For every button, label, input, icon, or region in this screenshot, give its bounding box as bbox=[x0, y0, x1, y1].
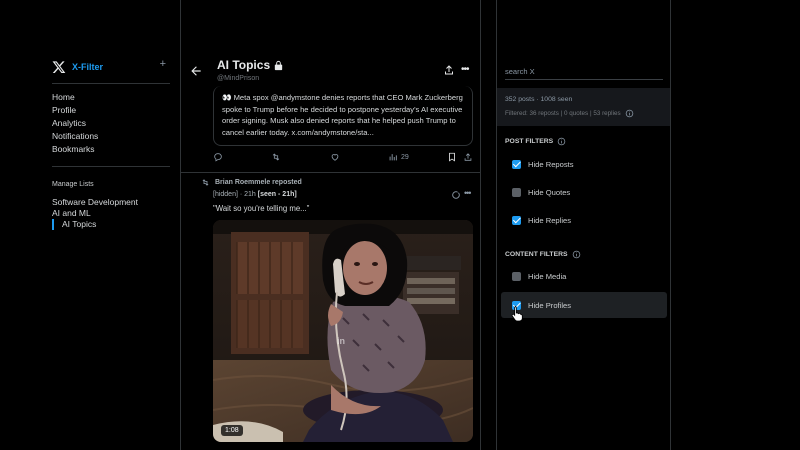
option-hide-replies[interactable]: Hide Replies bbox=[501, 207, 667, 233]
sidebar-divider bbox=[52, 83, 170, 84]
eyes-emoji: 👀 bbox=[222, 93, 232, 102]
content-filters-label: CONTENT FILTERS bbox=[505, 251, 568, 258]
reply-icon bbox=[214, 153, 222, 162]
views-button[interactable]: 29 bbox=[388, 152, 409, 162]
tweet-actions: 29 bbox=[213, 152, 473, 166]
mouse-cursor-icon bbox=[511, 306, 523, 321]
hide-replies-label: Hide Replies bbox=[528, 215, 572, 225]
quoted-tweet-body: Meta spox @andymstone denies reports tha… bbox=[222, 93, 463, 137]
repost-icon bbox=[272, 153, 280, 161]
more-options-icon[interactable]: ••• bbox=[464, 188, 472, 198]
heart-icon bbox=[331, 154, 339, 161]
stats-summary: 352 posts · 1008 seen bbox=[505, 96, 573, 103]
views-count: 29 bbox=[401, 153, 409, 161]
list-item-ai-topics[interactable]: AI Topics bbox=[52, 219, 138, 230]
grok-icon[interactable] bbox=[451, 190, 461, 200]
lock-icon bbox=[274, 60, 283, 70]
lists: Software Development AI and ML AI Topics bbox=[52, 197, 138, 230]
search-input[interactable] bbox=[505, 64, 663, 80]
sidebar-nav: Home Profile Analytics Notifications Boo… bbox=[52, 91, 98, 156]
stats-box: 352 posts · 1008 seen Filtered: 36 repos… bbox=[497, 88, 670, 126]
manage-lists-title: Manage Lists bbox=[52, 181, 94, 188]
hide-quotes-label: Hide Quotes bbox=[528, 187, 571, 197]
nav-item-analytics[interactable]: Analytics bbox=[52, 117, 98, 130]
info-icon[interactable] bbox=[572, 250, 581, 259]
repost-icon bbox=[202, 179, 209, 186]
option-hide-reposts[interactable]: Hide Reposts bbox=[501, 151, 667, 177]
analytics-icon bbox=[389, 154, 397, 161]
bookmark-button[interactable] bbox=[447, 152, 457, 162]
author-name[interactable]: [hidden] bbox=[213, 191, 238, 198]
quoted-tweet[interactable]: 👀 Meta spox @andymstone denies reports t… bbox=[213, 86, 473, 146]
video-frame: in bbox=[213, 220, 473, 442]
bookmark-icon bbox=[449, 152, 455, 162]
svg-text:in: in bbox=[337, 336, 345, 346]
repost-button[interactable] bbox=[271, 152, 281, 162]
left-sidebar: X-Filter + Home Profile Analytics Notifi… bbox=[0, 0, 180, 450]
feed-column: AI Topics @MindPrison ••• 👀 Meta spox @a… bbox=[180, 0, 481, 450]
tweet-text: "Wait so you're telling me..." bbox=[213, 204, 310, 213]
list-handle: @MindPrison bbox=[217, 75, 260, 82]
nav-item-notifications[interactable]: Notifications bbox=[52, 130, 98, 143]
tweet-divider bbox=[181, 172, 480, 173]
list-item-ai-and-ml[interactable]: AI and ML bbox=[52, 208, 138, 219]
seen-badge: [seen - 21h] bbox=[257, 191, 297, 198]
filtered-counts: Filtered: 36 reposts | 0 quotes | 53 rep… bbox=[505, 110, 621, 117]
option-hide-profiles[interactable]: Hide Profiles bbox=[501, 292, 667, 318]
add-button[interactable]: + bbox=[160, 58, 166, 70]
brand-name: X-Filter bbox=[72, 62, 104, 72]
video-duration: 1:08 bbox=[221, 425, 243, 436]
repost-indicator: Brian Roemmele reposted bbox=[201, 178, 302, 187]
content-filters-title: CONTENT FILTERS bbox=[505, 250, 581, 259]
nav-item-bookmarks[interactable]: Bookmarks bbox=[52, 143, 98, 156]
hide-media-checkbox[interactable] bbox=[512, 271, 521, 281]
like-button[interactable] bbox=[330, 152, 340, 162]
option-hide-media[interactable]: Hide Media bbox=[501, 263, 667, 289]
brand[interactable]: X-Filter + bbox=[52, 58, 170, 76]
x-logo-icon bbox=[52, 61, 66, 73]
option-hide-quotes[interactable]: Hide Quotes bbox=[501, 179, 667, 205]
back-arrow-icon[interactable] bbox=[189, 64, 203, 78]
filter-panel: 352 posts · 1008 seen Filtered: 36 repos… bbox=[496, 0, 671, 450]
page-title: AI Topics bbox=[217, 58, 284, 72]
hide-replies-checkbox[interactable] bbox=[512, 215, 521, 225]
list-item-software-development[interactable]: Software Development bbox=[52, 197, 138, 208]
share-icon bbox=[464, 153, 472, 161]
more-options-icon[interactable]: ••• bbox=[461, 64, 469, 75]
reply-button[interactable] bbox=[213, 152, 223, 162]
hide-media-label: Hide Media bbox=[528, 271, 567, 281]
post-filters-label: POST FILTERS bbox=[505, 138, 554, 145]
list-title-text: AI Topics bbox=[217, 58, 271, 72]
reposted-by[interactable]: Brian Roemmele reposted bbox=[215, 179, 302, 186]
share-tweet-button[interactable] bbox=[463, 152, 473, 162]
nav-item-home[interactable]: Home bbox=[52, 91, 98, 104]
hide-profiles-label: Hide Profiles bbox=[528, 300, 572, 310]
nav-item-profile[interactable]: Profile bbox=[52, 104, 98, 117]
share-icon[interactable] bbox=[443, 64, 455, 76]
post-filters-title: POST FILTERS bbox=[505, 137, 566, 146]
filtered-summary: Filtered: 36 reposts | 0 quotes | 53 rep… bbox=[505, 109, 662, 118]
info-icon[interactable] bbox=[625, 109, 634, 118]
hide-reposts-checkbox[interactable] bbox=[512, 159, 521, 169]
hide-reposts-label: Hide Reposts bbox=[528, 159, 574, 169]
tweet-video[interactable]: in 1:08 bbox=[213, 220, 473, 442]
tweet-time: · 21h bbox=[239, 191, 256, 198]
hide-quotes-checkbox[interactable] bbox=[512, 187, 521, 197]
sidebar-divider bbox=[52, 166, 170, 167]
tweet-meta: [hidden] · 21h [seen - 21h] bbox=[213, 191, 297, 198]
quoted-tweet-text: 👀 Meta spox @andymstone denies reports t… bbox=[222, 92, 464, 138]
info-icon[interactable] bbox=[557, 137, 566, 146]
